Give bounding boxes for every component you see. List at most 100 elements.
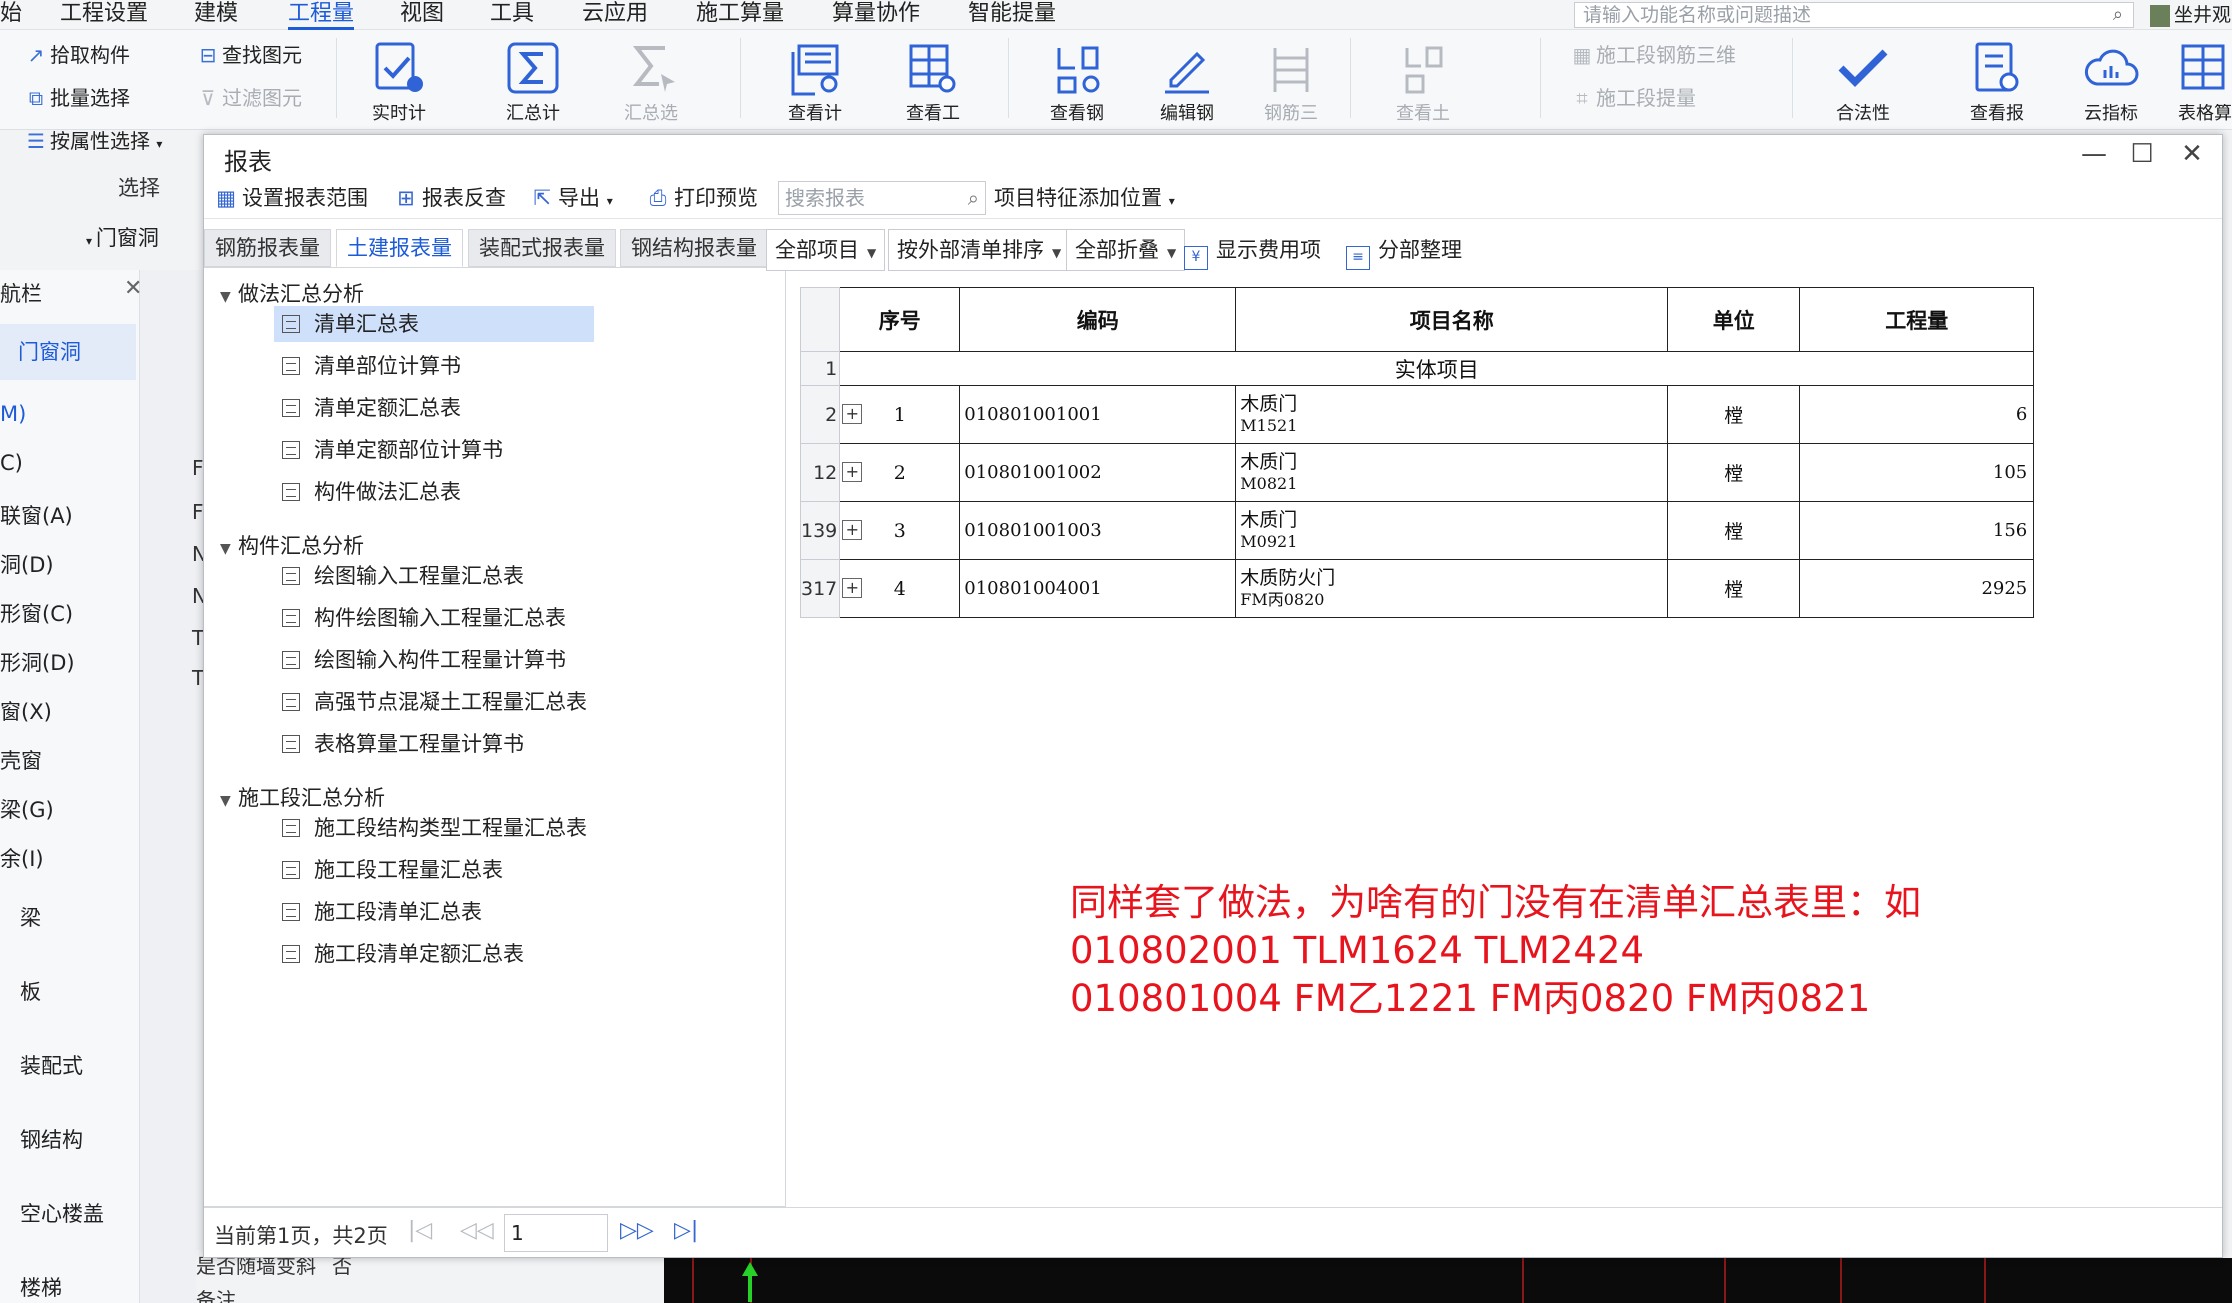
nav-item-slab[interactable]: 板 [20,976,41,1006]
section-label[interactable]: 实体项目 [839,351,2035,386]
prev-page-icon[interactable]: ◁◁ [460,1218,494,1243]
tree-item-stage-bill-summary[interactable]: 施工段清单汇总表 [274,894,482,930]
menu-smart-extract[interactable]: 智能提量 [968,0,1056,30]
nav-item-combo-window[interactable]: 联窗(A) [0,500,73,530]
tab-prefab-report[interactable]: 装配式报表量 [468,229,616,267]
nav-item-x-window[interactable]: 窗(X) [0,696,52,726]
expand-plus-icon[interactable]: + [842,577,863,598]
stage-rebar-3d-button[interactable]: ▦ 施工段钢筋三维 [1572,42,1736,68]
view-civil-quantity-button[interactable]: 查看土建量 [1388,38,1458,130]
cell-quantity[interactable]: 156 [1799,501,2035,560]
rebar-3d-button[interactable]: 钢筋三维 [1256,38,1326,130]
summary-selected-button[interactable]: 汇总选中图元 [616,38,686,130]
find-element-button[interactable]: ⊟ 查找图元 [198,42,302,68]
tree-group-method-summary[interactable]: ▼ 做法汇总分析 [220,278,364,308]
view-quantity-button[interactable]: 查看工程量 [898,38,968,130]
table-row[interactable]: 2 +1 010801001001 木质门 M1521 樘 6 [799,385,2035,444]
minimize-button[interactable]: — [2076,139,2112,169]
table-row[interactable]: 139 +3 010801001003 木质门 M0921 樘 156 [799,501,2035,560]
view-formula-button[interactable]: 查看计算式 [780,38,850,130]
nav-item-hollow-slab[interactable]: 空心楼盖 [20,1198,104,1228]
close-button[interactable]: ✕ [2174,139,2210,169]
close-icon[interactable]: ✕ [124,276,142,301]
export-button[interactable]: ⇱ 导出 ▾ [530,183,613,216]
expand-plus-icon[interactable]: + [842,519,863,540]
tree-item-drawing-component-calc[interactable]: 绘图输入构件工程量计算书 [274,642,566,678]
expand-plus-icon[interactable]: + [842,461,863,482]
menu-start[interactable]: 始 [0,0,22,30]
cell-code[interactable]: 010801001003 [959,501,1237,560]
nav-item-shell-window[interactable]: 壳窗 [0,745,42,775]
tree-group-component-summary[interactable]: ▼ 构件汇总分析 [220,530,364,560]
table-row[interactable]: 317 +4 010801004001 木质防火门 FM丙0820 樘 2925 [799,559,2035,618]
cell-quantity[interactable]: 2925 [1799,559,2035,618]
menu-cloud[interactable]: 云应用 [582,0,648,30]
nav-item-steel[interactable]: 钢结构 [20,1124,83,1154]
show-fee-items-toggle[interactable]: ¥ 显示费用项 [1184,229,1321,271]
view-report-button[interactable]: 查看报表 [1962,38,2032,130]
user-area[interactable]: 坐井观 [2150,0,2231,30]
cell-name[interactable]: 木质门 M0921 [1235,501,1669,560]
tree-item-drawing-input-summary[interactable]: 绘图输入工程量汇总表 [274,558,524,594]
tab-civil-report[interactable]: 土建报表量 [336,229,463,267]
cell-code[interactable]: 010801001002 [959,443,1237,502]
feature-position-dropdown[interactable]: 项目特征添加位置 ▾ [994,183,1175,216]
set-report-range-button[interactable]: ▦ 设置报表范围 [214,183,368,213]
cell-code[interactable]: 010801001001 [959,385,1237,444]
realtime-calc-button[interactable]: 实时计算 [364,38,434,130]
filter-element-button[interactable]: ⊽ 过滤图元 [198,85,302,111]
cell-quantity[interactable]: 105 [1799,443,2035,502]
col-header-index[interactable]: 序号 [839,287,961,352]
cell-quantity[interactable]: 6 [1799,385,2035,444]
first-page-icon[interactable]: |◁ [408,1218,432,1243]
nav-item-opening[interactable]: 洞(D) [0,549,54,579]
nav-item-i[interactable]: 余(I) [0,843,44,873]
drawing-canvas[interactable] [664,1258,2232,1303]
maximize-button[interactable]: ☐ [2124,139,2160,169]
tab-rebar-report[interactable]: 钢筋报表量 [204,229,331,267]
col-header-quantity[interactable]: 工程量 [1799,287,2035,352]
report-search-input[interactable]: 搜索报表 ⌕ [778,181,986,215]
table-row[interactable]: 12 +2 010801001002 木质门 M0821 樘 105 [799,443,2035,502]
menu-view[interactable]: 视图 [400,0,444,30]
table-calc-button[interactable]: 表格算量 [2170,38,2232,130]
tree-item-stage-quantity-summary[interactable]: 施工段工程量汇总表 [274,852,503,888]
tree-item-table-calc[interactable]: 表格算量工程量计算书 [274,726,524,762]
menu-construction-calc[interactable]: 施工算量 [696,0,784,30]
tree-item-stage-structure-summary[interactable]: 施工段结构类型工程量汇总表 [274,810,587,846]
tree-item-high-strength-concrete[interactable]: 高强节点混凝土工程量汇总表 [274,684,587,720]
tree-item-bill-quota-summary[interactable]: 清单定额汇总表 [274,390,461,426]
tab-steel-report[interactable]: 钢结构报表量 [620,229,768,267]
cell-unit[interactable]: 樘 [1667,559,1801,618]
cell-unit[interactable]: 樘 [1667,443,1801,502]
edit-rebar-button[interactable]: 编辑钢筋 [1152,38,1222,130]
menu-tools[interactable]: 工具 [490,0,534,30]
validity-check-button[interactable]: 合法性检查 [1828,38,1898,130]
expand-plus-icon[interactable]: + [842,403,863,424]
col-header-unit[interactable]: 单位 [1667,287,1801,352]
menu-collaboration[interactable]: 算量协作 [832,0,920,30]
search-icon[interactable]: ⌕ [968,182,979,214]
component-type-dropdown[interactable]: ▾ 门窗洞 [86,222,159,252]
print-preview-button[interactable]: ⎙ 打印预览 [646,183,758,213]
function-search-input[interactable]: 请输入功能名称或问题描述 ⌕ [1574,2,2134,28]
menu-quantity[interactable]: 工程量 [288,0,355,30]
cell-name[interactable]: 木质防火门 FM丙0820 [1235,559,1669,618]
nav-item-beam-g[interactable]: 梁(G) [0,794,54,824]
menu-modeling[interactable]: 建模 [194,0,238,30]
report-lookup-button[interactable]: ⊞ 报表反查 [394,183,506,213]
col-header-name[interactable]: 项目名称 [1235,287,1669,352]
col-header-code[interactable]: 编码 [959,287,1237,352]
search-icon[interactable]: ⌕ [2113,3,2123,27]
nav-item-door[interactable]: M) [0,402,26,426]
stage-extract-button[interactable]: ⌗ 施工段提量 [1572,85,1696,111]
cell-name[interactable]: 木质门 M0821 [1235,443,1669,502]
sort-order-dropdown[interactable]: 按外部清单排序 ▼ [888,229,1071,271]
menu-project-settings[interactable]: 工程设置 [60,0,148,30]
tree-item-component-method-summary[interactable]: 构件做法汇总表 [274,474,461,510]
project-scope-dropdown[interactable]: 全部项目 ▼ [766,229,886,271]
cell-code[interactable]: 010801004001 [959,559,1237,618]
tree-item-bill-location-calc[interactable]: 清单部位计算书 [274,348,461,384]
nav-item-beam[interactable]: 梁 [20,902,41,932]
pick-component-button[interactable]: ↗ 拾取构件 [26,42,130,68]
